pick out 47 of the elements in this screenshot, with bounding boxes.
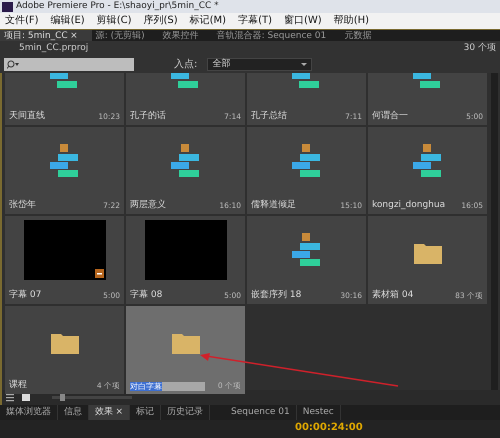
- menu-item[interactable]: 帮助(H): [334, 13, 370, 29]
- title-badge-icon: [94, 269, 104, 278]
- item-name: 何谓合一: [372, 110, 408, 124]
- list-view-icon[interactable]: [6, 394, 14, 402]
- item-name: 张岱年: [9, 199, 36, 212]
- item-name: 素材箱 04: [372, 289, 414, 302]
- app-logo-icon: [2, 2, 13, 12]
- item-name: 字幕 08: [130, 289, 162, 302]
- menu-item[interactable]: 序列(S): [143, 13, 178, 29]
- in-point-label: 入点:: [174, 58, 198, 72]
- menu-item[interactable]: 字幕(T): [238, 13, 272, 29]
- item-name: 嵌套序列 18: [251, 289, 302, 302]
- item-name: 孔子总结: [251, 110, 287, 124]
- item-name: 孔子的话: [130, 110, 166, 124]
- slider-thumb[interactable]: [60, 394, 64, 401]
- close-icon[interactable]: ×: [116, 407, 124, 417]
- item-name: kongzi_donghua: [372, 199, 446, 212]
- search-field[interactable]: [4, 58, 134, 71]
- item-name: 两层意义: [130, 199, 166, 212]
- project-file-name: 5min_CC.prproj: [18, 42, 88, 55]
- caret-icon[interactable]: [301, 63, 308, 66]
- folder-icon: [170, 331, 200, 355]
- window-title: Adobe Premiere Pro - E:\shaoyi_pr\5min_CC *: [16, 0, 219, 13]
- panel-tab[interactable]: 源: (无剪辑): [92, 30, 159, 41]
- item-name: 课程: [9, 379, 27, 392]
- menu-item[interactable]: 编辑(E): [50, 13, 85, 29]
- folder-icon: [50, 331, 80, 355]
- rename-field[interactable]: 对白字幕: [130, 382, 205, 390]
- panel-tab[interactable]: 元数据: [340, 30, 386, 41]
- panel-tab[interactable]: 音轨混合器: Sequence 01: [212, 30, 340, 41]
- menu-item[interactable]: 标记(M): [190, 13, 226, 29]
- item-count: 30 个项: [464, 42, 496, 55]
- item-name: 天间直线: [9, 110, 45, 124]
- panel-tab[interactable]: 效果 ×: [89, 405, 130, 420]
- menu-item[interactable]: 文件(F): [5, 13, 39, 29]
- panel-tab[interactable]: 项目: 5min_CC ×: [0, 30, 92, 41]
- in-point-dropdown[interactable]: 全部: [207, 58, 312, 71]
- panel-tab[interactable]: 效果控件: [158, 30, 213, 41]
- close-icon[interactable]: ×: [70, 31, 78, 41]
- item-name: 儒释道倾足: [251, 199, 296, 212]
- menu-item[interactable]: 窗口(W): [284, 13, 322, 29]
- selected-name-text: 对白字幕: [130, 382, 162, 390]
- timecode: 00:00:24:00: [295, 421, 363, 435]
- folder-icon: [412, 241, 442, 265]
- search-icon[interactable]: [7, 60, 19, 69]
- item-name: 字幕 07: [9, 289, 42, 302]
- menu-item[interactable]: 剪辑(C): [96, 13, 132, 29]
